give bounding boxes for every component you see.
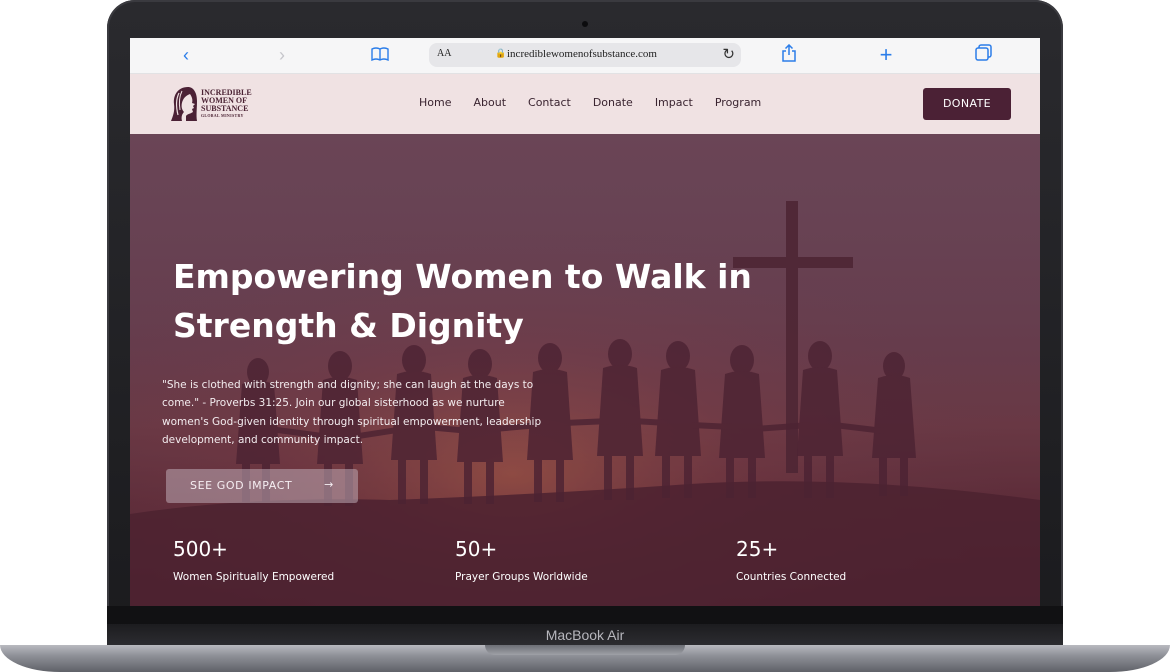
nav-contact[interactable]: Contact [528,96,571,112]
tabs-glyph [974,44,992,61]
see-god-impact-button[interactable]: SEE GOD IMPACT → [166,469,358,503]
laptop-chin [107,606,1063,626]
share-glyph [782,43,796,62]
screen: ‹ › AA 🔒 incrediblewomenofsubstance.com … [130,38,1040,606]
donate-button[interactable]: DONATE [923,88,1011,120]
woman-profile-logo-icon[interactable] [170,85,198,123]
nav-program[interactable]: Program [715,96,761,112]
book-icon [371,47,389,62]
url-text: incrediblewomenofsubstance.com [507,48,657,60]
logo-line-3: SUBSTANCE [201,104,249,113]
hero-background-image [130,134,1040,606]
back-icon[interactable]: ‹ [174,44,198,66]
new-tab-icon[interactable]: + [874,44,898,66]
stat-prayer-groups: 50+ Prayer Groups Worldwide [455,537,588,584]
stat-value: 50+ [455,537,498,561]
share-icon[interactable] [777,43,801,66]
stat-value: 25+ [736,537,779,561]
lock-icon: 🔒 [495,48,507,58]
cta-label: SEE GOD IMPACT [190,479,293,492]
nav-impact[interactable]: Impact [655,96,693,112]
text-size-button[interactable]: AA [437,48,451,59]
logo-tagline: GLOBAL MINISTRY [201,113,244,118]
nav-donate[interactable]: Donate [593,96,633,112]
forward-icon[interactable]: › [270,44,294,66]
bookmarks-icon[interactable] [368,44,392,66]
hero-quote: "She is clothed with strength and dignit… [162,379,542,447]
stat-countries: 25+ Countries Connected [736,537,846,584]
stat-caption: Women Spiritually Empowered [173,571,335,583]
hero-section: Empowering Women to Walk in Strength & D… [130,134,1040,606]
browser-toolbar: ‹ › AA 🔒 incrediblewomenofsubstance.com … [130,38,1040,74]
hero-title-line-2: Strength & Dignity [173,306,524,345]
nav-about[interactable]: About [473,96,506,112]
device-label: MacBook Air [107,624,1063,646]
stat-value: 500+ [173,537,228,561]
hero-title: Empowering Women to Walk in Strength & D… [173,252,793,350]
stat-caption: Countries Connected [736,571,847,583]
nav-home[interactable]: Home [419,96,451,112]
laptop-notch [485,645,685,655]
logo-wordmark[interactable]: INCREDIBLE WOMEN OF SUBSTANCE GLOBAL MIN… [201,89,271,119]
camera [582,21,588,27]
address-bar[interactable]: AA 🔒 incrediblewomenofsubstance.com ↻ [429,43,741,67]
stat-caption: Prayer Groups Worldwide [455,571,588,583]
hero-title-line-1: Empowering Women to Walk in [173,257,752,296]
reload-icon[interactable]: ↻ [722,45,735,63]
site-header: INCREDIBLE WOMEN OF SUBSTANCE GLOBAL MIN… [130,74,1040,134]
main-nav: Home About Contact Donate Impact Program [419,96,761,112]
stat-women-empowered: 500+ Women Spiritually Empowered [173,537,334,584]
arrow-right-icon: → [324,478,334,491]
tabs-icon[interactable] [971,44,995,66]
